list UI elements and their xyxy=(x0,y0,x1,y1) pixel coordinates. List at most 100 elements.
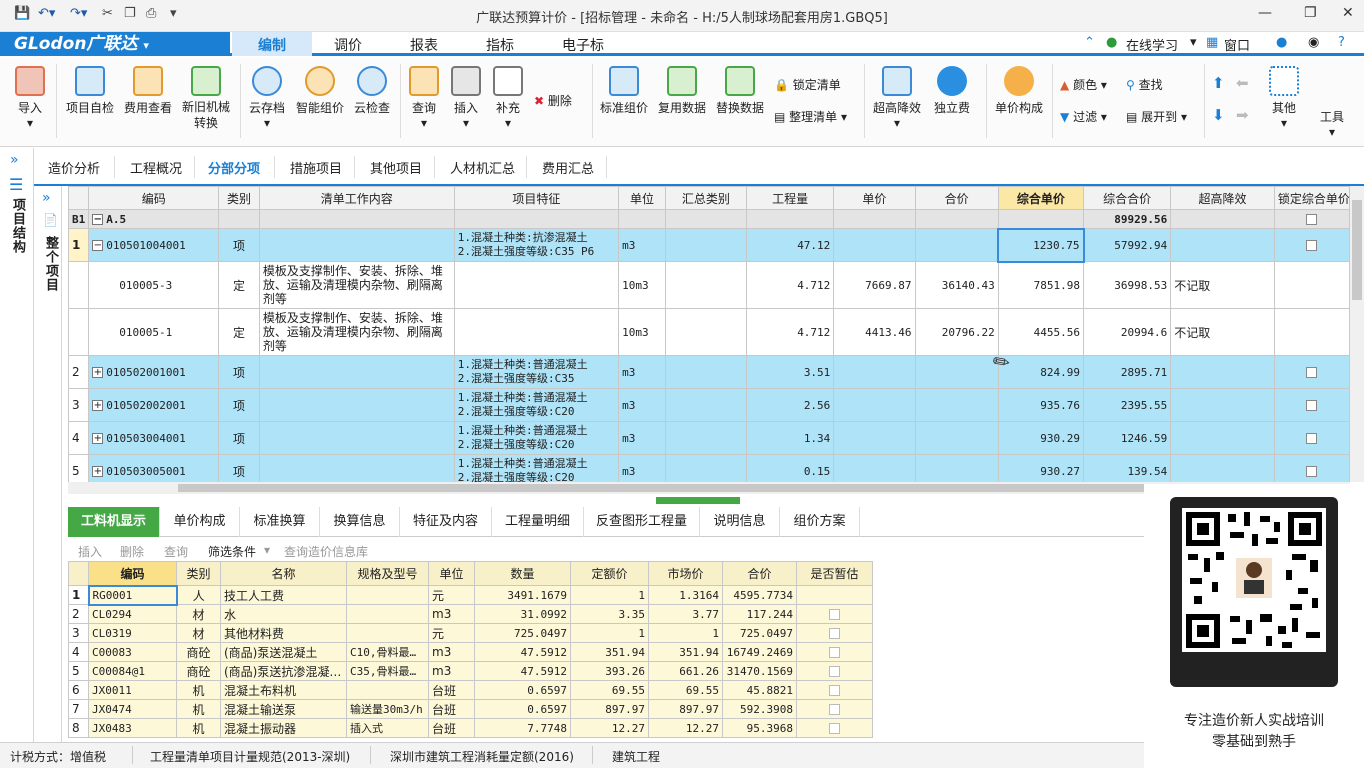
resource-row[interactable]: 6 JX0011 机混凝土布料机 台班 0.6597 69.55 69.55 45.8821 xyxy=(68,680,873,700)
expand-icon[interactable]: + xyxy=(92,400,104,411)
res-col-code[interactable]: 编码 xyxy=(88,561,177,586)
table-row[interactable]: 4 +010503004001 项 1.混凝土种类:普通混凝土 2.混凝土强度等… xyxy=(68,421,1350,455)
provisional-checkbox[interactable] xyxy=(796,661,873,681)
tab-qty-detail[interactable]: 工程量明细 xyxy=(492,507,584,537)
comp-price-cell[interactable]: 1230.75 xyxy=(997,227,1085,263)
import-button[interactable]: 导入 ▾ xyxy=(8,66,52,130)
col-header-feature[interactable]: 项目特征 xyxy=(453,186,620,210)
comp-price-cell[interactable]: 930.27 xyxy=(997,454,1085,482)
comp-price-cell[interactable]: 930.29 xyxy=(997,421,1085,455)
lock-checkbox[interactable] xyxy=(1273,421,1350,455)
market-cell[interactable]: 661.26 xyxy=(648,661,723,681)
qty-cell[interactable]: 1.34 xyxy=(746,421,835,455)
tidy-list-button[interactable]: ▤ 整理清单 ▾ xyxy=(774,108,847,125)
name-cell[interactable]: (商品)泵送抗渗混凝… xyxy=(220,661,347,681)
qty-cell[interactable]: 47.5912 xyxy=(474,661,571,681)
scroll-thumb[interactable] xyxy=(178,484,1238,492)
comp-price-cell[interactable]: 935.76 xyxy=(997,388,1085,422)
market-cell[interactable]: 897.97 xyxy=(648,699,723,719)
machine-convert-button[interactable]: 新旧机械转换 xyxy=(178,66,234,131)
qty-cell[interactable]: 4.712 xyxy=(746,308,835,356)
qty-cell[interactable]: 0.15 xyxy=(746,454,835,482)
res-col-provisional[interactable]: 是否暂估 xyxy=(796,561,873,586)
online-learn-link[interactable]: 在线学习 xyxy=(1126,35,1178,54)
self-check-button[interactable]: 项目自检 xyxy=(62,66,118,116)
super-height-button[interactable]: 超高降效 ▾ xyxy=(868,66,926,130)
lock-checkbox[interactable] xyxy=(1273,388,1350,422)
menu-icon[interactable]: ☰ xyxy=(9,175,23,194)
provisional-checkbox[interactable] xyxy=(796,585,873,605)
table-row[interactable]: B1 − A.5 89929.56 xyxy=(68,209,1350,229)
expand-tree-icon[interactable]: » xyxy=(42,190,51,206)
name-cell[interactable]: 水 xyxy=(220,604,347,624)
resource-row[interactable]: 7 JX0474 机混凝土输送泵 输送量30m3/h 台班 0.6597 897.97 897… xyxy=(68,699,873,719)
table-row[interactable]: 1 −010501004001 项 1.混凝土种类:抗渗混凝土 2.混凝土强度等… xyxy=(68,227,1350,263)
col-header-summary[interactable]: 汇总类别 xyxy=(664,186,748,210)
menu-ebid[interactable]: 电子标 xyxy=(562,35,604,55)
name-cell[interactable]: 混凝土输送泵 xyxy=(220,699,347,719)
cloud-check-button[interactable]: 云检查 xyxy=(350,66,394,116)
res-col-spec[interactable]: 规格及型号 xyxy=(346,561,429,586)
help-icon[interactable]: ? xyxy=(1338,35,1345,50)
tab-project-overview[interactable]: 工程概况 xyxy=(130,158,182,177)
provisional-checkbox[interactable] xyxy=(796,623,873,643)
resource-row[interactable]: 8 JX0483 机混凝土振动器 插入式 台班 7.7748 12.27 12.27 95.39… xyxy=(68,718,873,738)
tab-labor-display[interactable]: 工料机显示 xyxy=(68,507,160,537)
comp-price-cell[interactable]: 4455.56 xyxy=(997,308,1085,356)
lock-checkbox[interactable] xyxy=(1273,454,1350,482)
qty-cell[interactable]: 4.712 xyxy=(746,261,835,309)
tab-std-conversion[interactable]: 标准换算 xyxy=(240,507,320,537)
lock-list-button[interactable]: 🔒 锁定清单 xyxy=(774,76,841,93)
minimize-icon[interactable]: — xyxy=(1258,5,1272,21)
feature-cell[interactable]: 1.混凝土种类:普通混凝土 2.混凝土强度等级:C20 xyxy=(453,388,620,422)
menu-report[interactable]: 报表 xyxy=(410,35,438,55)
resource-row[interactable]: 2 CL0294 材水 m3 31.0992 3.35 3.77 117.244 xyxy=(68,604,873,624)
table-row[interactable]: 010005-3 定 模板及支撑制作、安装、拆除、堆放、运输及清理模内杂物、刷隔… xyxy=(68,261,1350,309)
col-header-comp-total[interactable]: 综合合价 xyxy=(1082,186,1172,210)
tab-features[interactable]: 特征及内容 xyxy=(400,507,492,537)
qty-cell[interactable]: 0.6597 xyxy=(474,699,571,719)
work-cell[interactable] xyxy=(258,228,455,262)
tab-cost-analysis[interactable]: 造价分析 xyxy=(48,158,100,177)
col-header-type[interactable]: 类别 xyxy=(218,186,260,210)
vertical-scrollbar[interactable] xyxy=(1350,186,1364,482)
res-col-market[interactable]: 市场价 xyxy=(648,561,723,586)
restore-icon[interactable]: ❐ xyxy=(1304,5,1317,21)
col-header-qty[interactable]: 工程量 xyxy=(746,186,835,210)
provisional-checkbox[interactable] xyxy=(796,718,873,738)
cost-view-button[interactable]: 费用查看 xyxy=(120,66,176,116)
tab-unit-price[interactable]: 单价构成 xyxy=(160,507,240,537)
move-down-icon[interactable]: ⬇ xyxy=(1212,106,1225,124)
resource-row[interactable]: 4 C00083 商砼 (商品)泵送混凝土 C10,骨料最… m3 47.5912 351.9… xyxy=(68,642,873,662)
qty-cell[interactable]: 7.7748 xyxy=(474,718,571,738)
menu-edit[interactable]: 编制 xyxy=(258,35,286,55)
query-price-link[interactable]: 查询造价信息库 xyxy=(284,543,368,560)
scroll-thumb[interactable] xyxy=(1352,200,1362,300)
user-icon[interactable]: ● xyxy=(1276,35,1287,50)
res-col-total[interactable]: 合价 xyxy=(722,561,797,586)
name-cell[interactable]: 技工人工费 xyxy=(220,585,347,605)
close-icon[interactable]: ✕ xyxy=(1342,5,1354,21)
expand-panel-icon[interactable]: » xyxy=(10,152,19,168)
standard-pricing-button[interactable]: 标准组价 xyxy=(596,66,652,116)
res-col-quota[interactable]: 定额价 xyxy=(570,561,649,586)
collapse-icon[interactable]: − xyxy=(92,214,104,225)
col-header-lock[interactable]: 锁定综合单价 xyxy=(1273,186,1350,210)
tools-button[interactable]: 工具 ▾ xyxy=(1312,108,1352,139)
res-col-type[interactable]: 类别 xyxy=(176,561,221,586)
insert-link[interactable]: 插入 xyxy=(78,543,102,560)
tab-measures[interactable]: 措施项目 xyxy=(290,158,342,177)
color-button[interactable]: ▲ 颜色 ▾ xyxy=(1060,76,1107,93)
support-icon[interactable]: ◉ xyxy=(1308,35,1319,50)
replace-data-button[interactable]: 替换数据 xyxy=(712,66,768,116)
market-cell[interactable]: 12.27 xyxy=(648,718,723,738)
tab-description[interactable]: 说明信息 xyxy=(700,507,780,537)
qty-cell[interactable]: 47.12 xyxy=(746,228,835,262)
comp-price-cell[interactable]: 7851.98 xyxy=(997,261,1085,309)
insert-button[interactable]: 插入 ▾ xyxy=(446,66,486,130)
col-header-code[interactable]: 编码 xyxy=(88,186,220,210)
qty-cell[interactable]: 2.56 xyxy=(746,388,835,422)
col-header-unit[interactable]: 单位 xyxy=(618,186,666,210)
chevron-down-icon[interactable]: ▾ xyxy=(264,543,270,557)
app-logo[interactable]: GLodon广联达 ▾ xyxy=(0,32,230,56)
